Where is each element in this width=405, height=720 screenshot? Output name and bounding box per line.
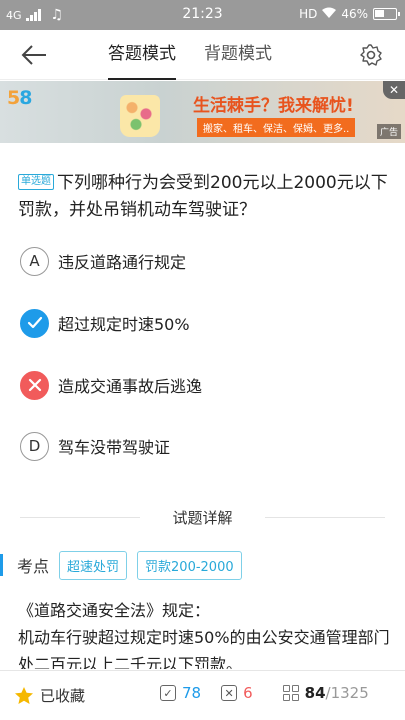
option-a[interactable]: A 违反道路通行规定 [20,246,186,276]
ad-banner[interactable]: 58 生活棘手？我来解忧! 搬家、租车、保洁、保姆、更多.. ✕ 广告 [0,81,405,143]
section-marker [0,554,3,576]
ad-tag: 广告 [376,124,401,139]
question-body: 下列哪种行为会受到200元以上2000元以下罚款，并处吊销机动车驾驶证？ [18,173,388,220]
total-questions: /1325 [325,684,369,702]
option-c[interactable]: 造成交通事故后逃逸 [20,370,202,400]
option-text: 驾车没带驾驶证 [58,438,171,457]
knowledge-point-row: 考点 超速处罚 罚款200-2000 [0,550,242,580]
current-question: 84 [304,684,326,702]
option-letter: D [20,431,49,461]
status-bar: 4G ♫ 21:23 HD 46% [0,0,405,30]
tab-answer-mode[interactable]: 答题模式 [108,30,176,80]
ad-cup-image [120,95,160,137]
question-text: 单选题 下列哪种行为会受到200元以上2000元以下罚款，并处吊销机动车驾驶证？ [18,170,390,224]
hd-indicator: HD [299,7,318,21]
analysis-title: 试题详解 [0,507,405,528]
gear-icon[interactable] [359,43,383,67]
check-box-icon: ✓ [160,685,176,701]
ad-logo: 58 [7,87,32,109]
ad-services: 搬家、租车、保洁、保姆、更多.. [197,118,356,137]
option-text: 造成交通事故后逃逸 [58,377,203,396]
tag-fine-range[interactable]: 罚款200-2000 [137,550,242,580]
correct-count-button[interactable]: ✓ 78 [160,684,201,702]
top-nav: 答题模式 背题模式 [0,30,405,80]
wrong-count-button[interactable]: ✕ 6 [221,684,253,702]
x-box-icon: ✕ [221,685,238,701]
favorite-button[interactable]: 已收藏 [14,685,85,706]
tab-memorize-mode[interactable]: 背题模式 [204,30,272,80]
grid-icon [282,685,299,701]
wrong-count: 6 [243,684,253,702]
favorite-label: 已收藏 [40,687,86,705]
back-arrow-icon[interactable] [18,40,50,70]
star-icon [15,687,33,704]
cross-icon [20,370,49,400]
close-icon[interactable]: ✕ [383,81,405,99]
question-progress-button[interactable]: 84/1325 [282,684,369,702]
option-text: 超过规定时速50% [58,315,190,334]
option-text: 违反道路通行规定 [58,253,187,272]
battery-icon [373,8,400,20]
explanation-text: 《道路交通安全法》规定： 机动车行驶超过规定时速50%的由公安交通管理部门处二百… [18,601,390,669]
option-b[interactable]: 超过规定时速50% [20,308,190,338]
tag-speeding-penalty[interactable]: 超速处罚 [59,550,128,580]
knowledge-point-label: 考点 [17,557,50,576]
option-d[interactable]: D 驾车没带驾驶证 [20,431,170,461]
bottom-bar: 已收藏 ✓ 78 ✕ 6 84/1325 [0,670,405,720]
wifi-icon [322,7,337,21]
question-type-badge: 单选题 [18,174,54,190]
ad-slogan: 生活棘手？我来解忧! [193,96,354,116]
battery-percent: 46% [341,7,368,21]
checkmark-icon [20,308,49,338]
option-letter: A [20,246,49,276]
correct-count: 78 [182,684,202,702]
